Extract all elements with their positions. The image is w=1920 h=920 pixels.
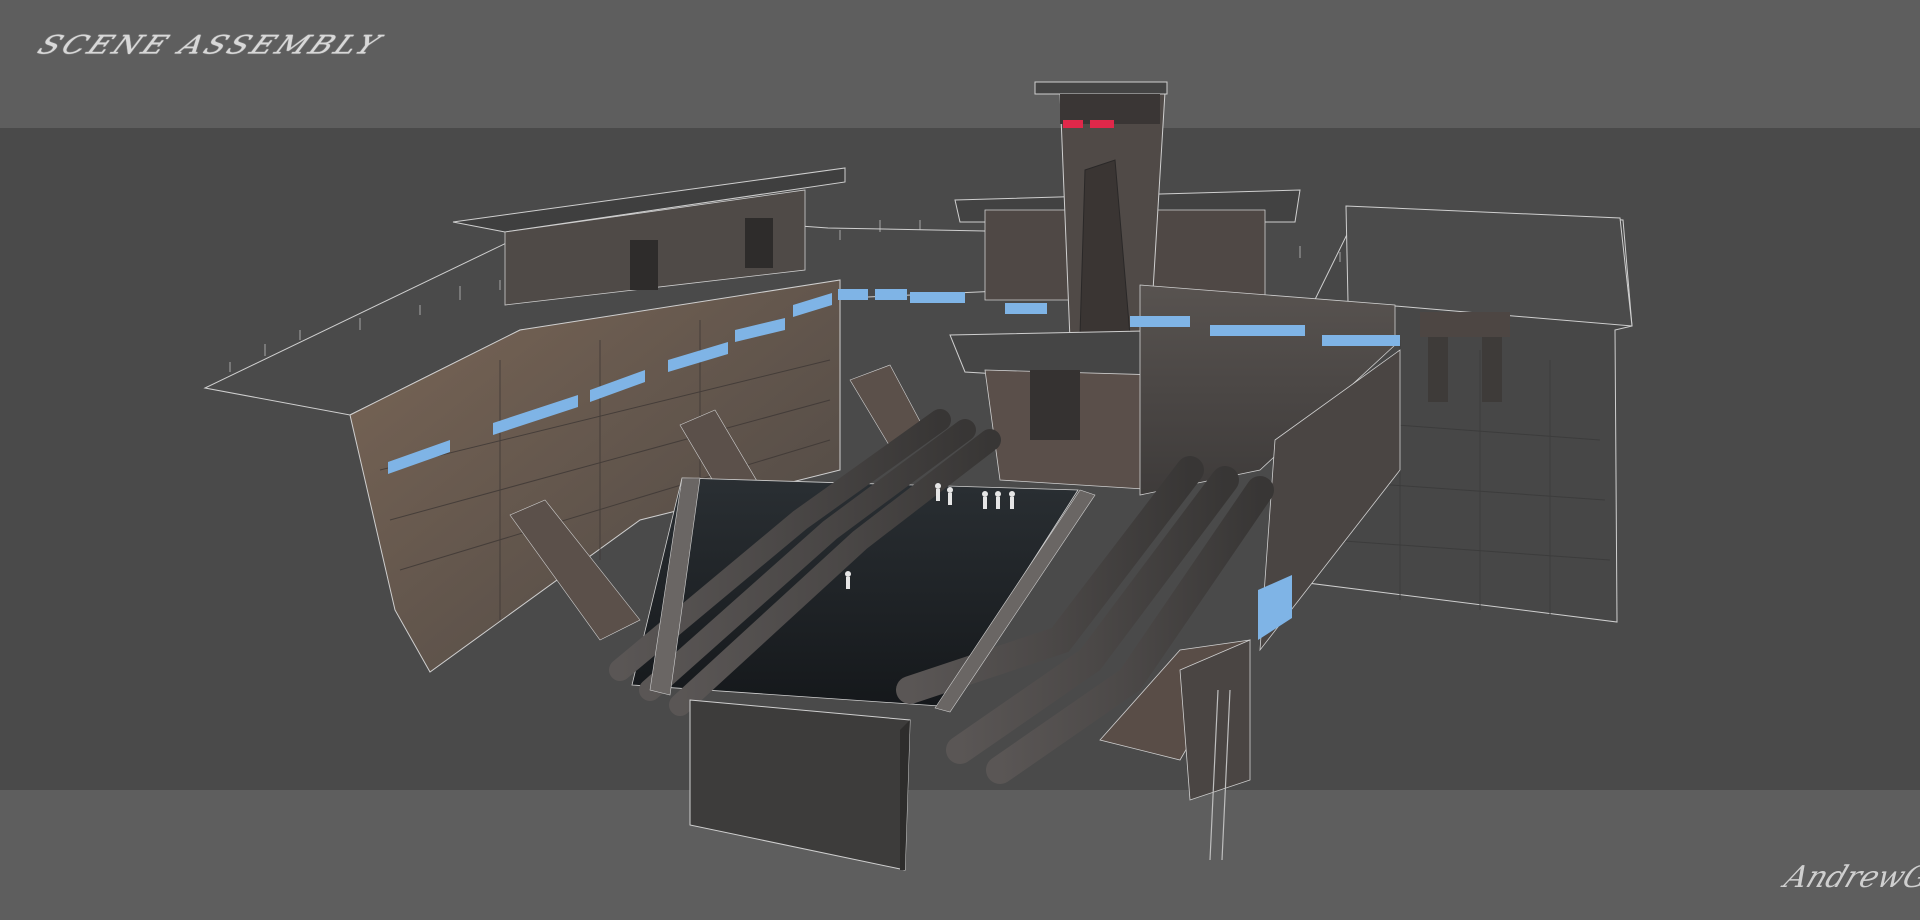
- artwork-canvas: Scene Assembly AndrewG: [0, 0, 1920, 920]
- foundation-block: [689, 699, 911, 871]
- red-beacon-icon: [1063, 120, 1083, 128]
- artist-signature: AndrewG: [1779, 860, 1920, 895]
- scene-illustration: [203, 81, 1633, 871]
- title-mark: Scene Assembly: [32, 30, 388, 61]
